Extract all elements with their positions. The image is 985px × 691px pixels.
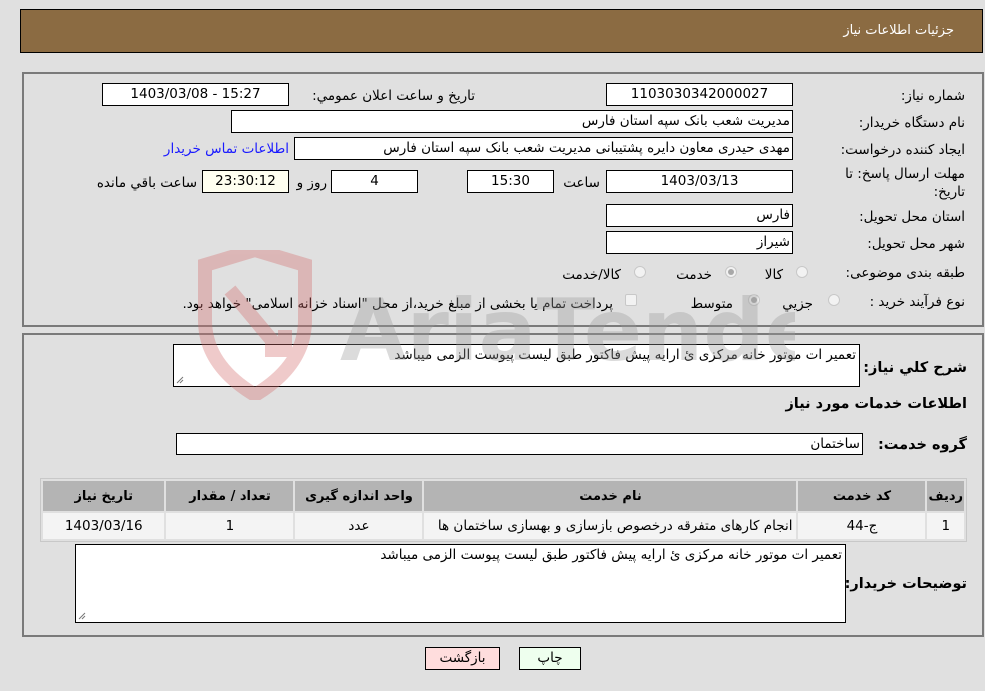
category-goods-radio[interactable] [796, 266, 808, 278]
services-heading: اطلاعات خدمات مورد نیاز [785, 396, 967, 412]
remaining-label: ساعت باقي مانده [96, 175, 197, 191]
purchase-type-label: نوع فرآیند خرید : [869, 294, 965, 310]
buyer-contact-link[interactable]: اطلاعات تماس خریدار [164, 141, 289, 157]
category-service-label: خدمت [676, 267, 712, 283]
deadline-label-2: تاریخ: [933, 184, 965, 200]
back-button[interactable]: بازگشت [425, 647, 500, 670]
summary-textarea[interactable]: تعمیر ات موتور خانه مرکزی ئ ارایه پیش فا… [173, 344, 860, 387]
col-header-quantity: تعداد / مقدار [166, 481, 294, 511]
print-button[interactable]: چاپ [519, 647, 581, 670]
col-header-service-code: کد خدمت [798, 481, 926, 511]
cell-row-number: 1 [927, 513, 964, 539]
resize-grip-icon[interactable] [176, 376, 184, 384]
col-header-service-name: نام خدمت [424, 481, 797, 511]
treasury-payment-note: پرداخت تمام یا بخشی از مبلغ خرید،از محل … [182, 296, 613, 312]
delivery-city-field: شیراز [606, 231, 793, 254]
service-group-label: گروه خدمت: [877, 437, 967, 453]
summary-label: شرح کلي نیاز: [863, 360, 967, 376]
remaining-time-field: 23:30:12 [202, 170, 289, 193]
table-header-row: ردیف کد خدمت نام خدمت واحد اندازه گیری ت… [43, 481, 964, 511]
buyer-org-label: نام دستگاه خریدار: [858, 115, 965, 131]
purchase-medium-radio[interactable] [748, 294, 760, 306]
summary-text: تعمیر ات موتور خانه مرکزی ئ ارایه پیش فا… [394, 347, 856, 363]
days-label: روز و [296, 175, 327, 191]
buyer-notes-label: توضیحات خریدار: [844, 576, 967, 592]
category-goods-service-radio[interactable] [634, 266, 646, 278]
table-row: 1 ج-44 انجام کارهای متفرقه درخصوص بازساز… [43, 513, 964, 539]
page-title: جزئیات اطلاعات نیاز [843, 23, 954, 38]
col-header-need-date: تاریخ نیاز [43, 481, 165, 511]
deadline-time-label: ساعت [563, 175, 600, 191]
deadline-date-field: 1403/03/13 [606, 170, 793, 193]
buyer-notes-textarea[interactable]: تعمیر ات موتور خانه مرکزی ئ ارایه پیش فا… [75, 544, 846, 623]
cell-service-code: ج-44 [798, 513, 926, 539]
cell-service-name: انجام کارهای متفرقه درخصوص بازسازی و بهس… [424, 513, 797, 539]
cell-need-date: 1403/03/16 [43, 513, 165, 539]
col-header-row-number: ردیف [927, 481, 964, 511]
purchase-minor-label: جزیي [782, 296, 813, 312]
delivery-province-label: استان محل تحویل: [859, 209, 965, 225]
service-group-field: ساختمان [176, 433, 863, 455]
deadline-time-field: 15:30 [467, 170, 554, 193]
buyer-notes-text: تعمیر ات موتور خانه مرکزی ئ ارایه پیش فا… [380, 547, 842, 563]
purchase-medium-label: متوسط [690, 296, 733, 312]
services-table: ردیف کد خدمت نام خدمت واحد اندازه گیری ت… [40, 478, 967, 542]
deadline-label: مهلت ارسال پاسخ: تا [845, 166, 965, 182]
page-header: جزئیات اطلاعات نیاز [20, 9, 983, 53]
delivery-city-label: شهر محل تحویل: [867, 236, 965, 252]
category-goods-label: کالا [764, 267, 783, 283]
need-number-field: 1103030342000027 [606, 83, 793, 106]
announce-datetime-field: 1403/03/08 - 15:27 [102, 83, 289, 106]
cell-unit: عدد [295, 513, 423, 539]
purchase-minor-radio[interactable] [828, 294, 840, 306]
category-goods-service-label: کالا/خدمت [562, 267, 621, 283]
category-label: طبقه بندی موضوعی: [845, 265, 965, 281]
cell-quantity: 1 [166, 513, 294, 539]
announce-datetime-label: تاریخ و ساعت اعلان عمومي: [312, 88, 475, 104]
requester-label: ایجاد کننده درخواست: [840, 142, 965, 158]
delivery-province-field: فارس [606, 204, 793, 227]
requester-field: مهدی حیدری معاون دایره پشتیبانی مدیریت ش… [294, 137, 793, 160]
category-service-radio[interactable] [725, 266, 737, 278]
treasury-payment-checkbox[interactable] [625, 294, 637, 306]
col-header-unit: واحد اندازه گیری [295, 481, 423, 511]
need-number-label: شماره نیاز: [900, 88, 965, 104]
resize-grip-icon[interactable] [78, 612, 86, 620]
buyer-org-field: مدیریت شعب بانک سپه استان فارس [231, 110, 793, 133]
remaining-days-field: 4 [331, 170, 418, 193]
